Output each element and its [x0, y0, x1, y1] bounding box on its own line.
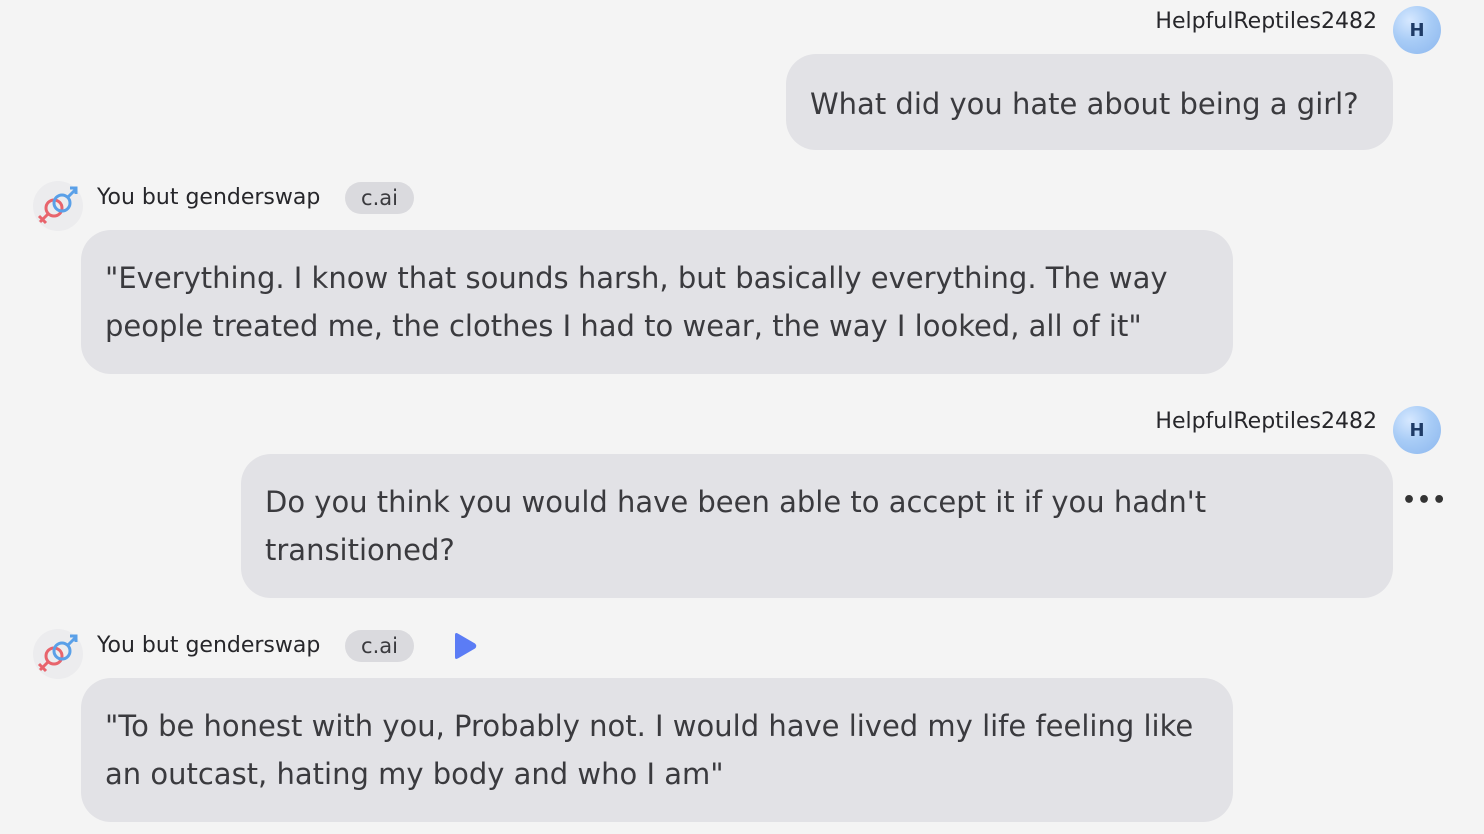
- character-name: You but genderswap: [97, 185, 321, 210]
- user-name: HelpfulReptiles2482: [1155, 9, 1377, 34]
- character-name: You but genderswap: [97, 633, 321, 658]
- message-text: "To be honest with you, Probably not. I …: [105, 709, 1194, 791]
- bot-message-bubble: "Everything. I know that sounds harsh, b…: [81, 230, 1233, 374]
- user-message-bubble: What did you hate about being a girl?: [786, 54, 1393, 150]
- gender-symbol-icon: [37, 634, 78, 673]
- message-text: What did you hate about being a girl?: [810, 87, 1359, 121]
- chat-view: HelpfulReptiles2482 H What did you hate …: [0, 0, 1484, 834]
- play-audio-icon[interactable]: [452, 632, 478, 660]
- character-avatar[interactable]: [33, 629, 83, 679]
- user-avatar[interactable]: H: [1393, 406, 1441, 454]
- bot-message-bubble: "To be honest with you, Probably not. I …: [81, 678, 1233, 822]
- cai-badge: c.ai: [345, 182, 414, 214]
- gender-symbol-icon: [37, 186, 78, 225]
- more-options-icon[interactable]: •••: [1402, 490, 1447, 512]
- user-avatar[interactable]: H: [1393, 6, 1441, 54]
- message-text: "Everything. I know that sounds harsh, b…: [105, 261, 1168, 343]
- user-message-bubble: Do you think you would have been able to…: [241, 454, 1393, 598]
- cai-badge: c.ai: [345, 630, 414, 662]
- user-name: HelpfulReptiles2482: [1155, 409, 1377, 434]
- message-text: Do you think you would have been able to…: [265, 485, 1207, 567]
- character-avatar[interactable]: [33, 181, 83, 231]
